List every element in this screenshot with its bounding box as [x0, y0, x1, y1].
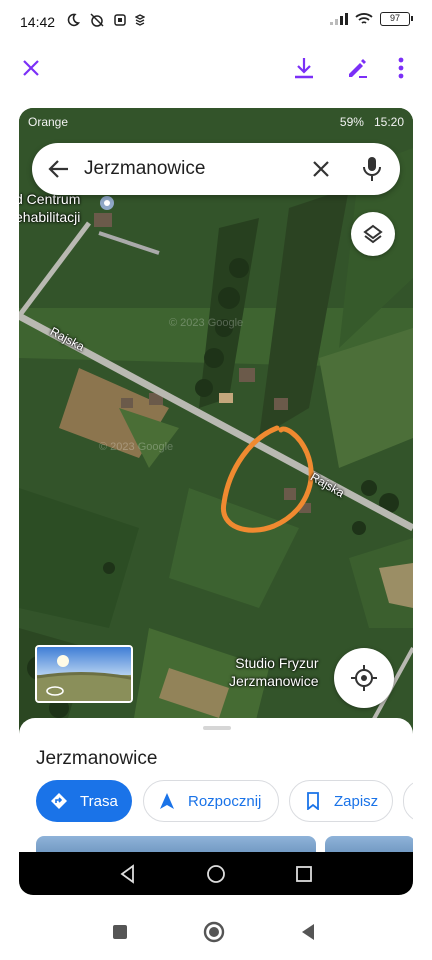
home-circle-icon [203, 921, 225, 943]
layers-icon [363, 224, 383, 244]
more-vert-icon [398, 57, 404, 79]
save-chip[interactable]: Zapisz [289, 780, 393, 822]
navigation-arrow-icon [158, 792, 176, 810]
search-bar[interactable]: Jerzmanowice [32, 143, 400, 195]
back-arrow-icon [48, 160, 68, 178]
triangle-back-icon [302, 924, 314, 940]
mic-icon [363, 157, 381, 181]
square-icon [113, 925, 127, 939]
edit-button[interactable] [343, 54, 371, 82]
wifi-icon [355, 13, 373, 24]
nav-home-button[interactable] [205, 863, 227, 885]
notification-icon [114, 14, 126, 26]
download-button[interactable] [290, 54, 318, 82]
carrier-label: Orange [28, 115, 69, 129]
start-label: Rozpocznij [188, 792, 262, 810]
download-icon [295, 58, 313, 79]
inner-status-right: 59% 15:20 [340, 115, 404, 129]
clear-search-button[interactable] [308, 156, 334, 182]
home-button[interactable] [202, 920, 226, 944]
signal-icon [330, 13, 348, 25]
more-options-button[interactable] [387, 54, 415, 82]
status-icons [66, 13, 145, 27]
inner-status-bar: Orange 59% 15:20 [19, 108, 413, 134]
directions-chip[interactable]: Trasa [36, 780, 132, 822]
crosshair-icon [351, 665, 377, 691]
map-watermark: © 2023 Google [169, 317, 243, 329]
place-label-line: Jerzmanowice [229, 673, 319, 689]
voice-search-button[interactable] [359, 155, 385, 183]
status-bar: 14:42 97 [0, 0, 432, 44]
square-recents-icon [296, 866, 312, 882]
search-query[interactable]: Jerzmanowice [84, 158, 205, 180]
street-view-thumbnail[interactable] [35, 645, 133, 703]
sheet-drag-handle[interactable] [203, 726, 231, 730]
circle-home-icon [207, 865, 225, 883]
status-time: 14:42 [20, 14, 56, 30]
back-button[interactable] [46, 156, 72, 182]
screenshot-image: © 2023 Google © 2023 Google Orange 59% 1… [19, 108, 413, 895]
recents-button[interactable] [108, 920, 132, 944]
satellite-map[interactable]: © 2023 Google © 2023 Google Orange 59% 1… [19, 108, 413, 748]
place-title: Jerzmanowice [36, 748, 158, 769]
directions-icon [50, 792, 68, 810]
street-view-photo [37, 647, 131, 701]
close-icon [23, 60, 39, 76]
close-icon [313, 161, 329, 177]
bookmark-icon [304, 792, 322, 810]
status-right: 97 [330, 12, 413, 26]
inner-battery-pct: 59% [339, 115, 364, 129]
more-chip[interactable] [403, 780, 413, 822]
my-location-button[interactable] [334, 648, 394, 708]
battery-icon: 97 [380, 12, 413, 26]
place-label-studio[interactable]: Studio Fryzur Jerzmanowice [229, 654, 318, 690]
place-label-line: ehabilitacji [19, 209, 81, 225]
map-layers-button[interactable] [351, 212, 395, 256]
directions-label: Trasa [80, 792, 118, 810]
alarm-off-icon [90, 13, 104, 27]
back-button[interactable] [296, 920, 320, 944]
nav-recents-button[interactable] [293, 863, 315, 885]
inner-nav-bar [19, 852, 413, 895]
start-chip[interactable]: Rozpocznij [143, 780, 279, 822]
map-watermark: © 2023 Google [99, 441, 173, 453]
save-label: Zapisz [334, 792, 379, 810]
layers-small-icon [135, 14, 145, 26]
pencil-icon [349, 59, 367, 78]
system-nav-bar [0, 910, 432, 960]
place-label-line: Studio Fryzur [235, 655, 319, 671]
moon-icon [67, 13, 80, 27]
viewer-toolbar [0, 48, 432, 88]
triangle-back-icon [120, 864, 134, 884]
nav-back-button[interactable] [117, 863, 139, 885]
inner-time: 15:20 [373, 115, 404, 129]
place-label-rehab[interactable]: d Centrum ehabilitacji [19, 190, 80, 226]
close-button[interactable] [17, 54, 45, 82]
